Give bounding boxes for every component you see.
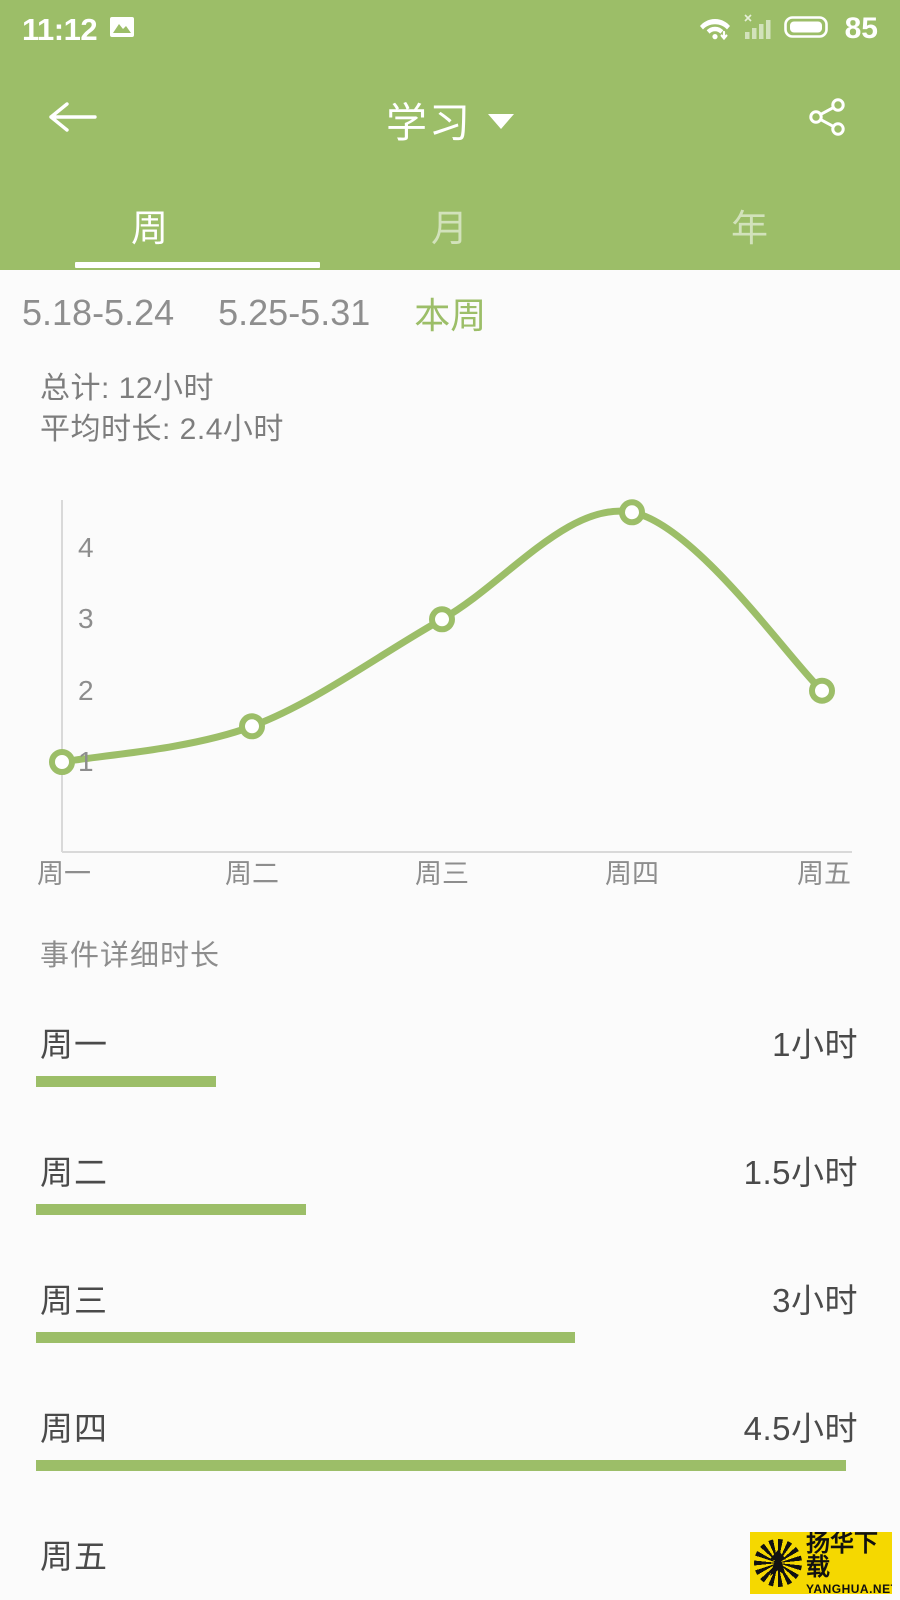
x-axis-tick-label: 周二 <box>225 859 279 889</box>
period-tabs: 周 月 年 <box>0 180 900 270</box>
status-time: 11:12 <box>22 11 98 47</box>
range-item-prev2[interactable]: 5.18-5.24 <box>22 292 174 334</box>
detail-row-value: 1小时 <box>772 1026 858 1063</box>
status-bar-left: 11:12 <box>22 14 135 45</box>
y-axis-tick-label: 2 <box>78 674 94 706</box>
app-root: 11:12 85 学习 周 月 年 5.18-5.24 5.25-5.31 本周… <box>0 0 900 1600</box>
y-axis-tick-label: 3 <box>78 603 94 635</box>
chart-point[interactable] <box>239 713 265 740</box>
detail-row[interactable]: 周三 3小时 <box>0 1256 900 1384</box>
summary-total: 总计: 12小时 <box>40 372 215 405</box>
battery-icon <box>783 13 832 46</box>
detail-row-value: 4.5小时 <box>743 1410 858 1447</box>
x-axis-tick-label: 周五 <box>797 859 851 889</box>
detail-row-bar <box>36 1460 846 1471</box>
detail-row-label: 周三 <box>40 1282 108 1319</box>
screenshot-icon <box>109 16 135 43</box>
detail-row-bar <box>36 1332 575 1343</box>
app-bar-title-group: 学习 <box>0 58 900 180</box>
site-watermark: 扬华下载 YANGHUA.NET <box>750 1532 892 1594</box>
line-chart: 1 2 3 4 周一 周二 周三 周四 周五 <box>0 470 900 890</box>
detail-row-label: 周五 <box>40 1538 108 1575</box>
x-axis-tick-label: 周一 <box>37 859 91 889</box>
tab-month[interactable]: 月 <box>300 180 600 270</box>
chart-point[interactable] <box>619 499 645 526</box>
y-axis-tick-label: 4 <box>78 532 94 563</box>
detail-row-bar <box>36 1204 306 1215</box>
cellular-signal-icon <box>743 13 773 46</box>
wifi-icon <box>698 13 732 46</box>
summary-block: 总计: 12小时 平均时长: 2.4小时 <box>40 368 284 450</box>
date-range-selector: 5.18-5.24 5.25-5.31 本周 <box>0 282 900 344</box>
range-item-current[interactable]: 本周 <box>414 287 486 339</box>
detail-row[interactable]: 周二 1.5小时 <box>0 1128 900 1256</box>
tab-year-label: 年 <box>731 208 769 249</box>
detail-row-label: 周二 <box>40 1154 108 1191</box>
back-button[interactable] <box>44 90 102 148</box>
tab-active-indicator <box>75 262 320 268</box>
watermark-main-text: 扬华下载 <box>806 1532 878 1581</box>
tab-week[interactable]: 周 <box>0 180 300 270</box>
share-button[interactable] <box>798 90 856 148</box>
x-axis-tick-label: 周三 <box>415 859 469 889</box>
summary-average: 平均时长: 2.4小时 <box>40 413 284 446</box>
status-bar: 11:12 85 <box>0 0 900 58</box>
range-item-prev1[interactable]: 5.25-5.31 <box>218 292 370 334</box>
detail-row[interactable]: 周一 1小时 <box>0 1000 900 1128</box>
detail-row-value: 3小时 <box>772 1282 858 1319</box>
detail-row-label: 周四 <box>40 1410 108 1447</box>
chart-markers <box>49 499 835 775</box>
back-arrow-icon <box>47 97 99 142</box>
watermark-sub-text: YANGHUA.NET <box>806 1581 892 1595</box>
chart-point[interactable] <box>49 749 75 775</box>
tab-week-label: 周 <box>131 208 169 249</box>
watermark-text: 扬华下载 YANGHUA.NET <box>806 1532 892 1594</box>
y-axis-tick-label: 1 <box>78 746 94 777</box>
x-axis-labels: 周一 周二 周三 周四 周五 <box>0 852 900 892</box>
chevron-down-icon[interactable] <box>488 113 514 129</box>
app-bar: 学习 <box>0 58 900 180</box>
battery-percent: 85 <box>844 12 878 45</box>
chart-point[interactable] <box>429 606 455 633</box>
detail-section-title: 事件详细时长 <box>40 940 221 972</box>
tab-year[interactable]: 年 <box>600 180 900 270</box>
page-title[interactable]: 学习 <box>386 89 472 149</box>
detail-row-label: 周一 <box>40 1026 108 1063</box>
chart-line-path <box>58 507 826 766</box>
line-chart-canvas <box>49 499 852 853</box>
chart-point[interactable] <box>809 677 835 704</box>
tab-month-label: 月 <box>431 208 469 249</box>
detail-list: 周一 1小时周二 1.5小时周三 3小时周四 4.5小时周五 <box>0 1000 900 1600</box>
share-icon <box>805 95 849 144</box>
detail-row-bar <box>36 1076 216 1087</box>
status-bar-right: 85 <box>698 13 878 46</box>
detail-row[interactable]: 周四 4.5小时 <box>0 1384 900 1512</box>
detail-row-value: 1.5小时 <box>743 1154 858 1191</box>
x-axis-tick-label: 周四 <box>605 859 659 889</box>
watermark-logo-icon <box>754 1539 802 1587</box>
